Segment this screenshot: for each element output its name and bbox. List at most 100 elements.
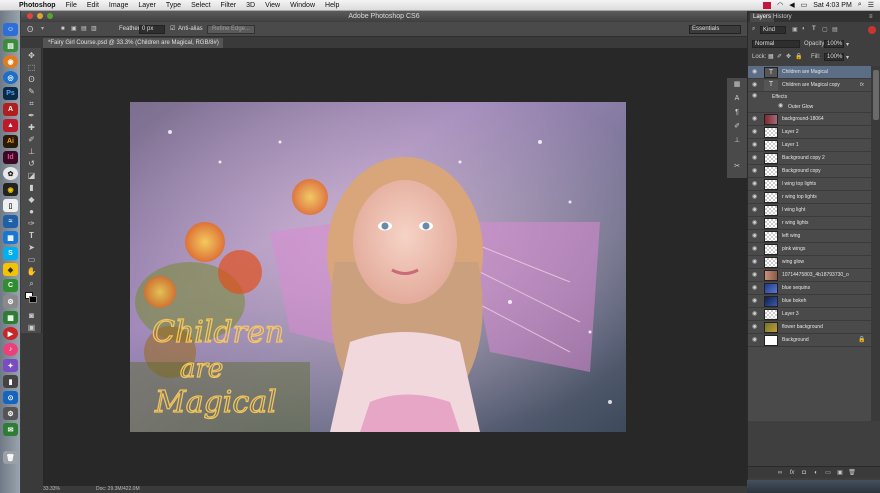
itunes-icon[interactable]: ♪ — [3, 343, 18, 356]
layer-background-copy[interactable]: ◉ Background copy — [748, 165, 871, 178]
close-window-button[interactable] — [27, 13, 33, 19]
spreadsheet-app-icon[interactable]: ▦ — [3, 311, 18, 324]
marquee-tool-icon[interactable]: ⬚ — [25, 62, 38, 73]
layer-flower-background[interactable]: ◉ flower background — [748, 321, 871, 334]
filter-pixel-icon[interactable]: ▣ — [792, 26, 798, 33]
new-selection-icon[interactable]: ■ — [61, 25, 65, 34]
lasso-tool-icon[interactable]: ʘ — [25, 74, 38, 85]
menu-view[interactable]: View — [260, 2, 285, 9]
move-tool-icon[interactable]: ✥ — [25, 50, 38, 61]
delete-layer-icon[interactable]: 🗑 — [848, 469, 856, 477]
quick-mask-icon[interactable]: ◙ — [25, 310, 38, 321]
duck-app-icon[interactable]: ◆ — [3, 263, 18, 276]
panel-menu-icon[interactable]: ≡ — [866, 13, 876, 22]
filter-shape-icon[interactable]: ▢ — [822, 26, 828, 33]
layer-children-are-magical-copy[interactable]: ◉ T Children are Magical copy fx — [748, 79, 871, 92]
filter-adjustment-icon[interactable]: ◐ — [802, 26, 806, 32]
tool-presets-panel-icon[interactable]: ✂ — [732, 162, 742, 171]
menu-filter[interactable]: Filter — [216, 2, 242, 9]
settings-app-icon[interactable]: ⚙ — [3, 295, 18, 308]
layer-layer-3[interactable]: ◉ Layer 3 — [748, 308, 871, 321]
spotlight-icon[interactable]: ⌕ — [858, 1, 862, 9]
visibility-eye-icon[interactable]: ◉ — [752, 298, 759, 305]
filter-toggle-icon[interactable] — [868, 26, 876, 34]
preset-dropdown-icon[interactable]: ▾ — [41, 25, 44, 34]
paragraph-panel-icon[interactable]: ¶ — [732, 108, 742, 117]
layer-10714475803[interactable]: ◉ 10714475803_4b18793730_o — [748, 269, 871, 282]
opacity-input[interactable]: 100% — [824, 40, 844, 48]
menu-file[interactable]: File — [61, 2, 82, 9]
filter-smart-icon[interactable]: ▤ — [832, 26, 838, 33]
effect-visibility-eye-icon[interactable]: ◉ — [778, 103, 785, 110]
filter-kind-select[interactable]: Kind — [760, 26, 786, 34]
photos-app-icon[interactable]: ✦ — [3, 359, 18, 372]
add-mask-icon[interactable]: ◘ — [800, 469, 808, 477]
antialias-checkbox[interactable]: ☑ — [170, 25, 175, 34]
clock[interactable]: Sat 4:03 PM — [813, 2, 852, 9]
new-group-icon[interactable]: ▭ — [824, 469, 832, 477]
app-status-icon[interactable] — [763, 2, 771, 9]
document-tab[interactable]: *Fairy Girl Course.psd @ 33.3% (Children… — [43, 38, 223, 48]
firefox-icon[interactable]: ◉ — [3, 55, 18, 68]
fx-icon[interactable]: fx — [860, 82, 864, 88]
layer-background[interactable]: ◉ Background 🔒 — [748, 334, 871, 347]
zoom-level[interactable]: 33.33% — [43, 486, 60, 493]
messages-icon[interactable]: ✉ — [3, 423, 18, 436]
visibility-eye-icon[interactable]: ◉ — [752, 129, 759, 136]
subtract-selection-icon[interactable]: ▤ — [81, 25, 87, 34]
visibility-eye-icon[interactable]: ◉ — [752, 181, 759, 188]
shape-tool-icon[interactable]: ▭ — [25, 254, 38, 265]
visibility-eye-icon[interactable]: ◉ — [752, 259, 759, 266]
minimize-window-button[interactable] — [37, 13, 43, 19]
zoom-window-button[interactable] — [47, 13, 53, 19]
add-to-selection-icon[interactable]: ▣ — [71, 25, 77, 34]
visibility-eye-icon[interactable]: ◉ — [752, 155, 759, 162]
visibility-eye-icon[interactable]: ◉ — [752, 246, 759, 253]
visibility-eye-icon[interactable]: ◉ — [752, 93, 759, 100]
blend-mode-select[interactable]: Normal — [752, 40, 800, 48]
dodge-tool-icon[interactable]: ● — [25, 206, 38, 217]
menu-type[interactable]: Type — [161, 2, 186, 9]
fill-dropdown-icon[interactable]: ▾ — [846, 54, 849, 61]
visibility-eye-icon[interactable]: ◉ — [752, 142, 759, 149]
add-layer-style-icon[interactable]: fx — [788, 469, 796, 477]
visibility-eye-icon[interactable]: ◉ — [752, 337, 759, 344]
layers-scrollbar[interactable] — [871, 66, 880, 421]
lock-transparent-icon[interactable]: ▦ — [768, 53, 774, 60]
artwork-image[interactable]: Children are Magical — [130, 102, 626, 432]
history-brush-tool-icon[interactable]: ↺ — [25, 158, 38, 169]
gradient-tool-icon[interactable]: ▮ — [25, 182, 38, 193]
history-panel-icon[interactable]: ▦ — [732, 80, 742, 89]
blur-tool-icon[interactable]: ◆ — [25, 194, 38, 205]
menu-edit[interactable]: Edit — [82, 2, 104, 9]
trash-icon[interactable]: 🗑 — [3, 451, 18, 464]
green-app-icon[interactable]: C — [3, 279, 18, 292]
battery-icon[interactable]: ▭ — [801, 1, 808, 9]
menu-app-photoshop[interactable]: Photoshop — [14, 2, 61, 9]
wifi-icon[interactable]: ◠ — [777, 1, 783, 9]
intersect-selection-icon[interactable]: ▥ — [91, 25, 97, 34]
visibility-eye-icon[interactable]: ◉ — [752, 82, 759, 89]
layer-blue-bokeh[interactable]: ◉ blue bokeh — [748, 295, 871, 308]
photoshop-dock-icon[interactable]: Ps — [3, 87, 18, 100]
skype-icon[interactable]: S — [3, 247, 18, 260]
visibility-eye-icon[interactable]: ◉ — [752, 168, 759, 175]
new-layer-icon[interactable]: ▣ — [836, 469, 844, 477]
app-store-icon[interactable]: ▤ — [3, 39, 18, 52]
paper-app-icon[interactable]: ▦ — [3, 231, 18, 244]
layer-r-wing-top-lights[interactable]: ◉ r wing top lights — [748, 191, 871, 204]
menu-3d[interactable]: 3D — [241, 2, 260, 9]
layer-wing-glow[interactable]: ◉ wing glow — [748, 256, 871, 269]
hand-tool-icon[interactable]: ✋ — [25, 266, 38, 277]
menu-image[interactable]: Image — [104, 2, 133, 9]
lock-all-icon[interactable]: 🔒 — [795, 53, 802, 60]
soccer-app-icon[interactable]: ✿ — [3, 167, 18, 180]
opacity-dropdown-icon[interactable]: ▾ — [846, 41, 849, 48]
visibility-eye-icon[interactable]: ◉ — [752, 194, 759, 201]
fill-input[interactable]: 100% — [824, 53, 844, 61]
quick-select-tool-icon[interactable]: ✎ — [25, 86, 38, 97]
document-app-icon[interactable]: ▯ — [3, 199, 18, 212]
visibility-eye-icon[interactable]: ◉ — [752, 116, 759, 123]
safari-icon[interactable]: ⊙ — [3, 391, 18, 404]
lasso-tool-preset-icon[interactable]: ʘ — [27, 25, 33, 34]
